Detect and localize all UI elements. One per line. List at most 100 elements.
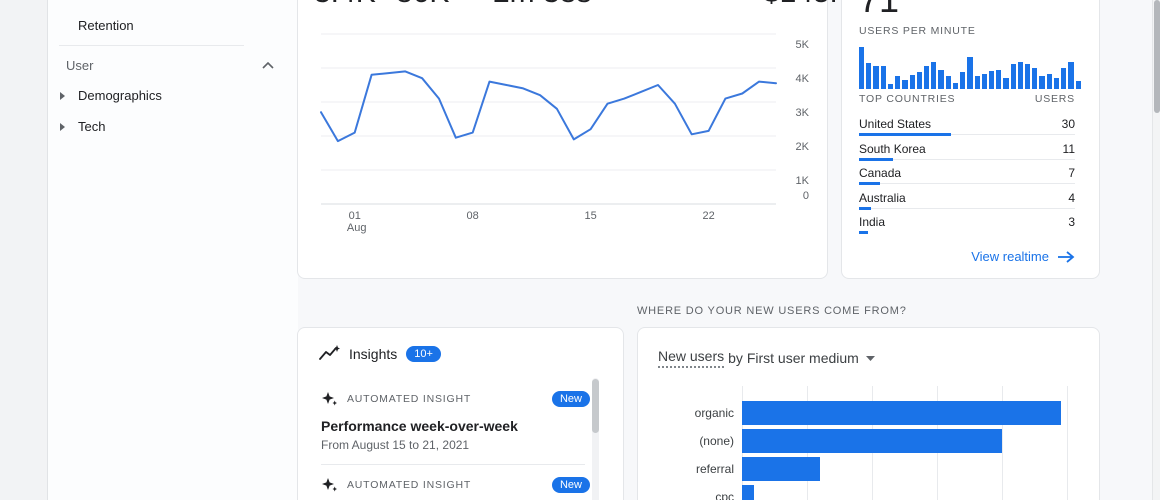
medium-bar — [742, 457, 820, 481]
insights-count-badge: 10+ — [406, 346, 441, 362]
minute-bar — [952, 83, 959, 89]
row-divider — [859, 207, 1075, 209]
minute-bar — [923, 66, 930, 89]
minute-bar — [1046, 74, 1052, 89]
insight-kind-row: AUTOMATED INSIGHT New — [321, 477, 590, 493]
bar-label: (none) — [699, 434, 734, 448]
triangle-right-icon — [60, 91, 65, 100]
minute-bar — [902, 80, 908, 89]
new-badge: New — [551, 391, 590, 407]
minute-bar — [945, 76, 951, 89]
insights-scrollbar-thumb[interactable] — [592, 379, 599, 433]
country-row: India 3 — [859, 215, 1075, 240]
triangle-right-icon — [60, 122, 65, 131]
country-name: South Korea — [859, 141, 926, 156]
page-scrollbar-thumb[interactable] — [1154, 0, 1160, 113]
insights-title: Insights — [349, 346, 398, 362]
country-bar — [859, 157, 893, 161]
row-divider — [859, 183, 1075, 185]
view-realtime-link[interactable]: View realtime — [971, 249, 1075, 264]
country-name: Canada — [859, 166, 902, 181]
minute-bar — [887, 84, 894, 89]
minute-bar — [996, 70, 1002, 89]
dimension-label: New users — [658, 348, 725, 368]
new-badge: New — [551, 477, 590, 493]
insights-icon — [319, 345, 340, 360]
view-realtime-label: View realtime — [971, 249, 1049, 264]
svg-text:Aug: Aug — [347, 222, 367, 234]
sidebar-item-label: Tech — [78, 119, 106, 134]
minute-bar — [916, 72, 922, 89]
minute-bar — [1010, 64, 1016, 89]
minute-bar — [866, 63, 872, 89]
insight-title[interactable]: Performance week-over-week — [321, 418, 518, 434]
svg-text:2K: 2K — [796, 141, 810, 153]
minute-bar — [895, 76, 901, 89]
gridline — [1067, 386, 1068, 500]
svg-text:1K: 1K — [796, 175, 810, 187]
bar-label: cpc — [715, 490, 734, 500]
top-countries-list: United States 30 South Korea 11 Canada 7 Austr… — [859, 117, 1075, 240]
sidebar-item-clipped[interactable]: Monetization — [78, 0, 152, 2]
country-users: 4 — [1068, 190, 1075, 205]
users-per-minute-label: USERS PER MINUTE — [859, 25, 976, 37]
svg-text:08: 08 — [467, 210, 479, 222]
minute-bar — [988, 71, 995, 89]
minute-bar — [967, 57, 973, 89]
new-users-chart — [742, 386, 1094, 500]
medium-bar — [742, 401, 1061, 425]
country-row: South Korea 11 — [859, 142, 1075, 167]
sidebar-item-demographics[interactable]: Demographics — [60, 88, 162, 103]
svg-text:22: 22 — [702, 210, 714, 222]
minute-bar — [974, 76, 980, 89]
svg-text:5K: 5K — [796, 39, 810, 51]
metric-value[interactable]: 2m 38s — [493, 0, 591, 10]
insight-subtitle: From August 15 to 21, 2021 — [321, 438, 470, 452]
bar-label: organic — [694, 406, 734, 420]
caret-down-icon — [865, 355, 875, 361]
minute-bar — [931, 62, 937, 89]
minute-bar — [1075, 81, 1081, 89]
users-line-chart: 0 1K 2K 3K 4K 5K 01Aug 08 15 22 — [320, 33, 810, 234]
medium-bar — [742, 429, 1002, 453]
analytics-dashboard: Monetization Retention User Demographics… — [0, 0, 1160, 500]
metric-value[interactable]: 86K — [396, 0, 449, 10]
insights-header[interactable]: Insights 10+ — [319, 345, 441, 363]
new-users-card: New users by First user medium organic (n… — [637, 327, 1100, 500]
insight-kind-row: AUTOMATED INSIGHT New — [321, 391, 590, 407]
realtime-users-count: 71 — [859, 0, 899, 20]
svg-text:0: 0 — [803, 190, 809, 202]
country-row: Australia 4 — [859, 191, 1075, 216]
minute-bar — [880, 66, 886, 89]
sidebar-section-user[interactable]: User — [66, 58, 274, 73]
country-users: 3 — [1068, 215, 1075, 230]
sidebar: Monetization Retention User Demographics… — [47, 0, 298, 500]
insights-card: Insights 10+ AUTOMATED INSIGHT New Perfo… — [297, 327, 624, 500]
dimension-selector[interactable]: New users by First user medium — [658, 348, 875, 368]
top-countries-label: TOP COUNTRIES — [859, 93, 956, 105]
svg-text:4K: 4K — [796, 73, 810, 85]
metric-value[interactable]: 3.4K — [314, 0, 376, 10]
svg-text:3K: 3K — [796, 107, 810, 119]
dimension-rest-label: by First user medium — [728, 350, 859, 366]
sidebar-divider — [59, 45, 244, 46]
minute-bar — [909, 75, 915, 89]
country-users: 11 — [1062, 141, 1075, 156]
sidebar-item-tech[interactable]: Tech — [60, 119, 105, 134]
insight-kind-label: AUTOMATED INSIGHT — [347, 393, 472, 405]
minute-bar — [981, 74, 987, 89]
minute-bar — [873, 66, 879, 89]
page-scrollbar — [1152, 0, 1160, 500]
bar-label: referral — [695, 462, 734, 476]
section-caption: WHERE DO YOUR NEW USERS COME FROM? — [637, 305, 907, 317]
minute-bar — [1003, 78, 1009, 89]
insight-kind-label: AUTOMATED INSIGHT — [347, 479, 472, 491]
minute-bar — [960, 72, 966, 89]
minute-bar — [938, 70, 944, 89]
overview-card: 3.4K 86K 2m 38s $145K 0 1K 2K 3K 4K 5K 01Aug 08… — [297, 0, 850, 279]
country-bar — [859, 231, 868, 235]
users-column-label: USERS — [1034, 93, 1075, 105]
sidebar-item-retention[interactable]: Retention — [78, 18, 134, 33]
metric-value[interactable]: $145K — [763, 0, 850, 10]
country-bar — [859, 206, 871, 210]
